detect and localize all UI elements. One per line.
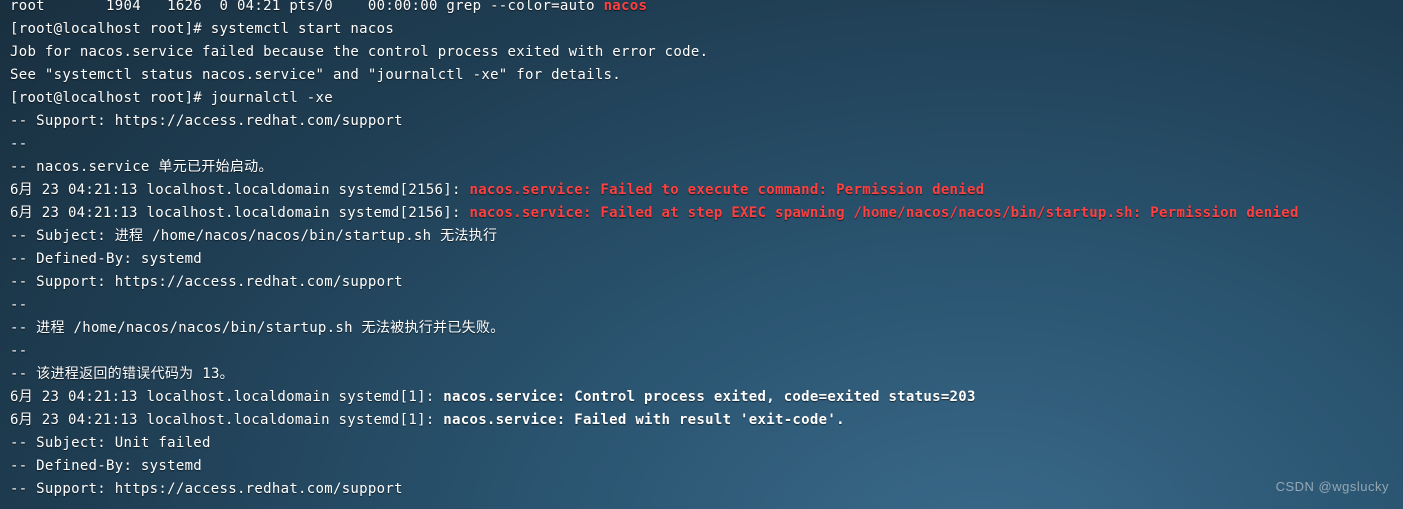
plain-text: -- [10,136,27,152]
plain-text: -- Support: https://access.redhat.com/su… [10,481,403,497]
terminal-line: 6月 23 04:21:13 localhost.localdomain sys… [10,202,1393,225]
plain-text: -- Defined-By: systemd [10,458,202,474]
plain-text: -- Support: https://access.redhat.com/su… [10,274,403,290]
plain-text: -- Subject: 进程 /home/nacos/nacos/bin/sta… [10,228,497,244]
plain-text: [root@localhost root]# systemctl start n… [10,21,394,37]
plain-text: Job for nacos.service failed because the… [10,44,708,60]
plain-text: [root@localhost root]# journalctl -xe [10,90,333,106]
terminal-line: See "systemctl status nacos.service" and… [10,64,1393,87]
terminal-line: -- Support: https://access.redhat.com/su… [10,271,1393,294]
plain-text: 6月 23 04:21:13 localhost.localdomain sys… [10,182,469,198]
terminal-line: 6月 23 04:21:13 localhost.localdomain sys… [10,179,1393,202]
bold-text: nacos.service: Failed with result 'exit-… [443,412,845,428]
plain-text: -- [10,343,27,359]
terminal-line: 6月 23 04:21:13 localhost.localdomain sys… [10,409,1393,432]
terminal-line: -- [10,340,1393,363]
plain-text: -- Subject: Unit failed [10,435,211,451]
terminal-line: 6月 23 04:21:13 localhost.localdomain sys… [10,386,1393,409]
terminal-line: -- 进程 /home/nacos/nacos/bin/startup.sh 无… [10,317,1393,340]
bold-text: nacos.service: Control process exited, c… [443,389,975,405]
terminal-line: Job for nacos.service failed because the… [10,41,1393,64]
terminal-line: -- 该进程返回的错误代码为 13。 [10,363,1393,386]
terminal-line: [root@localhost root]# systemctl start n… [10,18,1393,41]
terminal-line: -- Support: https://access.redhat.com/su… [10,478,1393,501]
plain-text: See "systemctl status nacos.service" and… [10,67,621,83]
terminal-line: -- Subject: 进程 /home/nacos/nacos/bin/sta… [10,225,1393,248]
terminal-line: [root@localhost root]# journalctl -xe [10,87,1393,110]
terminal-output[interactable]: root 1904 1626 0 04:21 pts/0 00:00:00 gr… [0,0,1403,501]
terminal-line: -- Support: https://access.redhat.com/su… [10,110,1393,133]
error-text: nacos.service: Failed to execute command… [469,182,984,198]
plain-text: -- nacos.service 单元已开始启动。 [10,159,273,175]
plain-text: -- Support: https://access.redhat.com/su… [10,113,403,129]
plain-text: 6月 23 04:21:13 localhost.localdomain sys… [10,205,469,221]
terminal-line: -- Subject: Unit failed [10,432,1393,455]
terminal-line: -- [10,133,1393,156]
terminal-line: -- nacos.service 单元已开始启动。 [10,156,1393,179]
error-text: nacos [604,0,648,14]
terminal-line: -- [10,294,1393,317]
terminal-line: -- Defined-By: systemd [10,248,1393,271]
plain-text: 6月 23 04:21:13 localhost.localdomain sys… [10,412,443,428]
error-text: nacos.service: Failed at step EXEC spawn… [469,205,1298,221]
plain-text: -- Defined-By: systemd [10,251,202,267]
plain-text: 6月 23 04:21:13 localhost.localdomain sys… [10,389,443,405]
plain-text: -- [10,297,27,313]
plain-text: -- 进程 /home/nacos/nacos/bin/startup.sh 无… [10,320,505,336]
terminal-line: root 1904 1626 0 04:21 pts/0 00:00:00 gr… [10,0,1393,18]
terminal-line: -- Defined-By: systemd [10,455,1393,478]
plain-text: -- 该进程返回的错误代码为 13。 [10,366,234,382]
plain-text: root 1904 1626 0 04:21 pts/0 00:00:00 gr… [10,0,604,14]
